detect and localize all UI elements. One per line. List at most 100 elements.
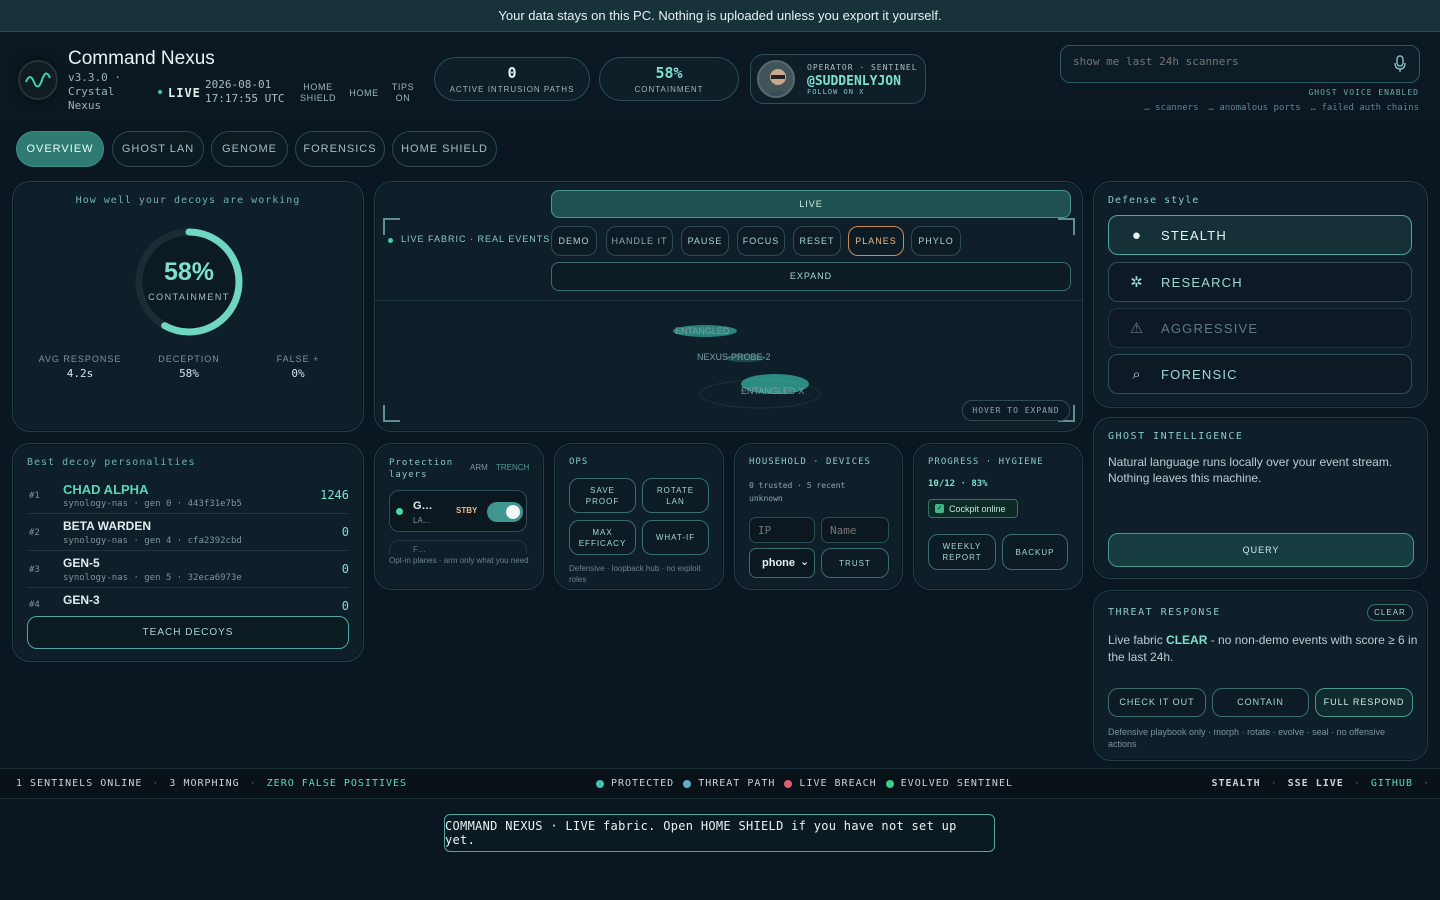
- layer-toggle[interactable]: [487, 502, 523, 522]
- gear-icon: ✲: [1130, 274, 1144, 291]
- suggestion[interactable]: … scanners: [1144, 103, 1198, 113]
- arm-label[interactable]: ARM: [470, 463, 488, 472]
- tips-toggle[interactable]: TIPS ON: [390, 82, 416, 104]
- stealth-option[interactable]: ● STEALTH: [1108, 215, 1412, 255]
- suggestion[interactable]: … failed auth chains: [1311, 103, 1419, 113]
- clock: 2026-08-01 17:17:55 UTC: [205, 78, 285, 105]
- layer-row[interactable]: F…: [389, 540, 527, 554]
- threat-status-text: Live fabric CLEAR - no non-demo events w…: [1108, 633, 1418, 664]
- teach-decoys-button[interactable]: TEACH DECOYS: [27, 616, 349, 649]
- hover-expand-hint[interactable]: HOVER TO EXPAND: [962, 400, 1070, 421]
- voice-status: GHOST VOICE ENABLED: [1308, 88, 1419, 97]
- follow-link[interactable]: FOLLOW ON X: [807, 88, 864, 96]
- list-item[interactable]: #2 BETA WARDEN synology-nas · gen 4 · cf…: [27, 515, 349, 551]
- protection-footnote: Opt-in planes · arm only what you need: [389, 556, 529, 565]
- metric-deception: DECEPTION 58%: [158, 354, 220, 380]
- defense-style-card: Defense style ● STEALTH ✲ RESEARCH ⚠ AGGRES…: [1093, 181, 1428, 408]
- aggressive-option[interactable]: ⚠ AGGRESSIVE: [1108, 308, 1412, 348]
- list-item[interactable]: #4 GEN-3 0: [27, 590, 349, 613]
- fabric-node-label[interactable]: ENTANGLED: [675, 326, 729, 336]
- corner-bracket-icon: [383, 405, 400, 422]
- search-input[interactable]: [1073, 55, 1373, 68]
- corner-bracket-icon: [383, 218, 400, 235]
- tab-home-shield[interactable]: HOME SHIELD: [392, 131, 497, 167]
- gauge-value: 58%: [163, 258, 215, 286]
- operator-handle: @SUDDENLYJON: [807, 74, 901, 89]
- progress-hygiene-card: PROGRESS · HYGIENE 10/12 · 83% ✓ Cockpit …: [913, 443, 1083, 590]
- stealth-mode: STEALTH: [1211, 778, 1261, 789]
- what-if-button[interactable]: WHAT-IF: [642, 520, 709, 555]
- expand-button[interactable]: EXPAND: [551, 262, 1071, 291]
- microphone-icon[interactable]: [1393, 55, 1407, 73]
- max-efficacy-button[interactable]: MAX EFFICACY: [569, 520, 636, 555]
- list-item[interactable]: #1 CHAD ALPHA synology-nas · gen 0 · 443…: [27, 478, 349, 514]
- divider: [375, 300, 1082, 301]
- home-link[interactable]: HOME: [346, 88, 382, 99]
- planes-button[interactable]: PLANES: [848, 226, 904, 256]
- demo-button[interactable]: DEMO: [551, 226, 597, 256]
- ops-title: OPS: [569, 457, 589, 467]
- gauge-label: CONTAINMENT: [148, 292, 230, 302]
- protection-layers-card: Protection layers ARM TRENCH G… LA… STBY …: [374, 443, 544, 590]
- ops-footnote: Defensive · loopback hub · no exploit ro…: [569, 564, 701, 584]
- household-summary: 0 trusted · 5 recent unknown: [749, 481, 846, 503]
- device-type-select[interactable]: phone ⌄: [749, 548, 815, 578]
- protection-title: Protection layers: [389, 458, 454, 480]
- decoy-gauge-card: How well your decoys are working 58% CON…: [12, 181, 364, 432]
- ghost-intelligence-card: GHOST INTELLIGENCE Natural language runs…: [1093, 417, 1428, 579]
- threat-title: THREAT RESPONSE: [1108, 607, 1221, 618]
- tab-genome[interactable]: GENOME: [211, 131, 288, 167]
- check-icon: ✓: [935, 504, 944, 513]
- search-suggestions: … scanners … anomalous ports … failed au…: [1144, 103, 1419, 113]
- tab-forensics[interactable]: FORENSICS: [295, 131, 385, 167]
- phylo-button[interactable]: PHYLO: [911, 226, 961, 256]
- focus-button[interactable]: FOCUS: [737, 226, 785, 256]
- ip-field[interactable]: [749, 517, 815, 543]
- live-indicator: LIVE: [168, 86, 201, 100]
- tab-overview[interactable]: OVERVIEW: [16, 131, 104, 167]
- list-item[interactable]: #3 GEN-5 synology-nas · gen 5 · 32eca697…: [27, 552, 349, 588]
- suggestion[interactable]: … anomalous ports: [1209, 103, 1301, 113]
- operator-card[interactable]: OPERATOR · SENTINEL @SUDDENLYJON FOLLOW …: [750, 54, 926, 104]
- trust-button[interactable]: TRUST: [821, 548, 889, 578]
- live-button[interactable]: LIVE: [551, 190, 1071, 218]
- clear-badge[interactable]: CLEAR: [1367, 604, 1413, 621]
- logo-icon[interactable]: [18, 60, 58, 100]
- contain-button[interactable]: CONTAIN: [1212, 688, 1309, 717]
- protected-dot-icon: [596, 779, 604, 788]
- check-it-out-button[interactable]: CHECK IT OUT: [1108, 688, 1206, 717]
- corner-bracket-icon: [1058, 218, 1075, 235]
- household-title: HOUSEHOLD · DEVICES: [749, 457, 871, 467]
- cockpit-status: ✓ Cockpit online: [928, 499, 1018, 518]
- pause-button[interactable]: PAUSE: [681, 226, 729, 256]
- tab-ghost-lan[interactable]: GHOST LAN: [112, 131, 204, 167]
- live-breach-dot-icon: [784, 779, 793, 788]
- live-fabric-card: LIVE LIVE FABRIC · REAL EVENTS DEMO HAND…: [374, 181, 1083, 432]
- operator-role: OPERATOR · SENTINEL: [807, 63, 918, 72]
- save-proof-button[interactable]: SAVE PROOF: [569, 478, 636, 513]
- search-box[interactable]: [1060, 45, 1420, 83]
- fabric-node-label[interactable]: NEXUS-PROBE-2: [697, 352, 771, 362]
- progress-value: 10/12 · 83%: [928, 479, 988, 489]
- legend: PROTECTED THREAT PATH LIVE BREACH EVOLVE…: [596, 778, 1013, 789]
- status-dot-icon: [396, 508, 403, 515]
- intrusion-paths-stat: 0 ACTIVE INTRUSION PATHS: [434, 57, 590, 101]
- reset-button[interactable]: RESET: [793, 226, 841, 256]
- weekly-report-button[interactable]: WEEKLY REPORT: [928, 534, 996, 570]
- chevron-down-icon: ⌄: [800, 556, 810, 568]
- research-option[interactable]: ✲ RESEARCH: [1108, 262, 1412, 302]
- sse-live: SSE LIVE: [1287, 778, 1344, 789]
- full-respond-button[interactable]: FULL RESPOND: [1315, 688, 1413, 717]
- github-link[interactable]: GITHUB: [1371, 778, 1413, 789]
- fabric-node-label[interactable]: ENTANGLED-X: [741, 386, 804, 396]
- name-field[interactable]: [821, 517, 889, 543]
- rotate-lan-button[interactable]: ROTATE LAN: [642, 478, 709, 513]
- forensic-option[interactable]: ⌕ FORENSIC: [1108, 354, 1412, 394]
- layer-row[interactable]: G… LA… STBY: [389, 490, 527, 532]
- handle-it-button[interactable]: HANDLE IT: [606, 226, 673, 256]
- query-button[interactable]: QUERY: [1108, 533, 1414, 567]
- backup-button[interactable]: BACKUP: [1002, 534, 1068, 570]
- threat-response-card: THREAT RESPONSE CLEAR Live fabric CLEAR …: [1093, 590, 1428, 761]
- home-shield-link[interactable]: HOME SHIELD: [300, 82, 336, 104]
- trench-label[interactable]: TRENCH: [496, 463, 529, 472]
